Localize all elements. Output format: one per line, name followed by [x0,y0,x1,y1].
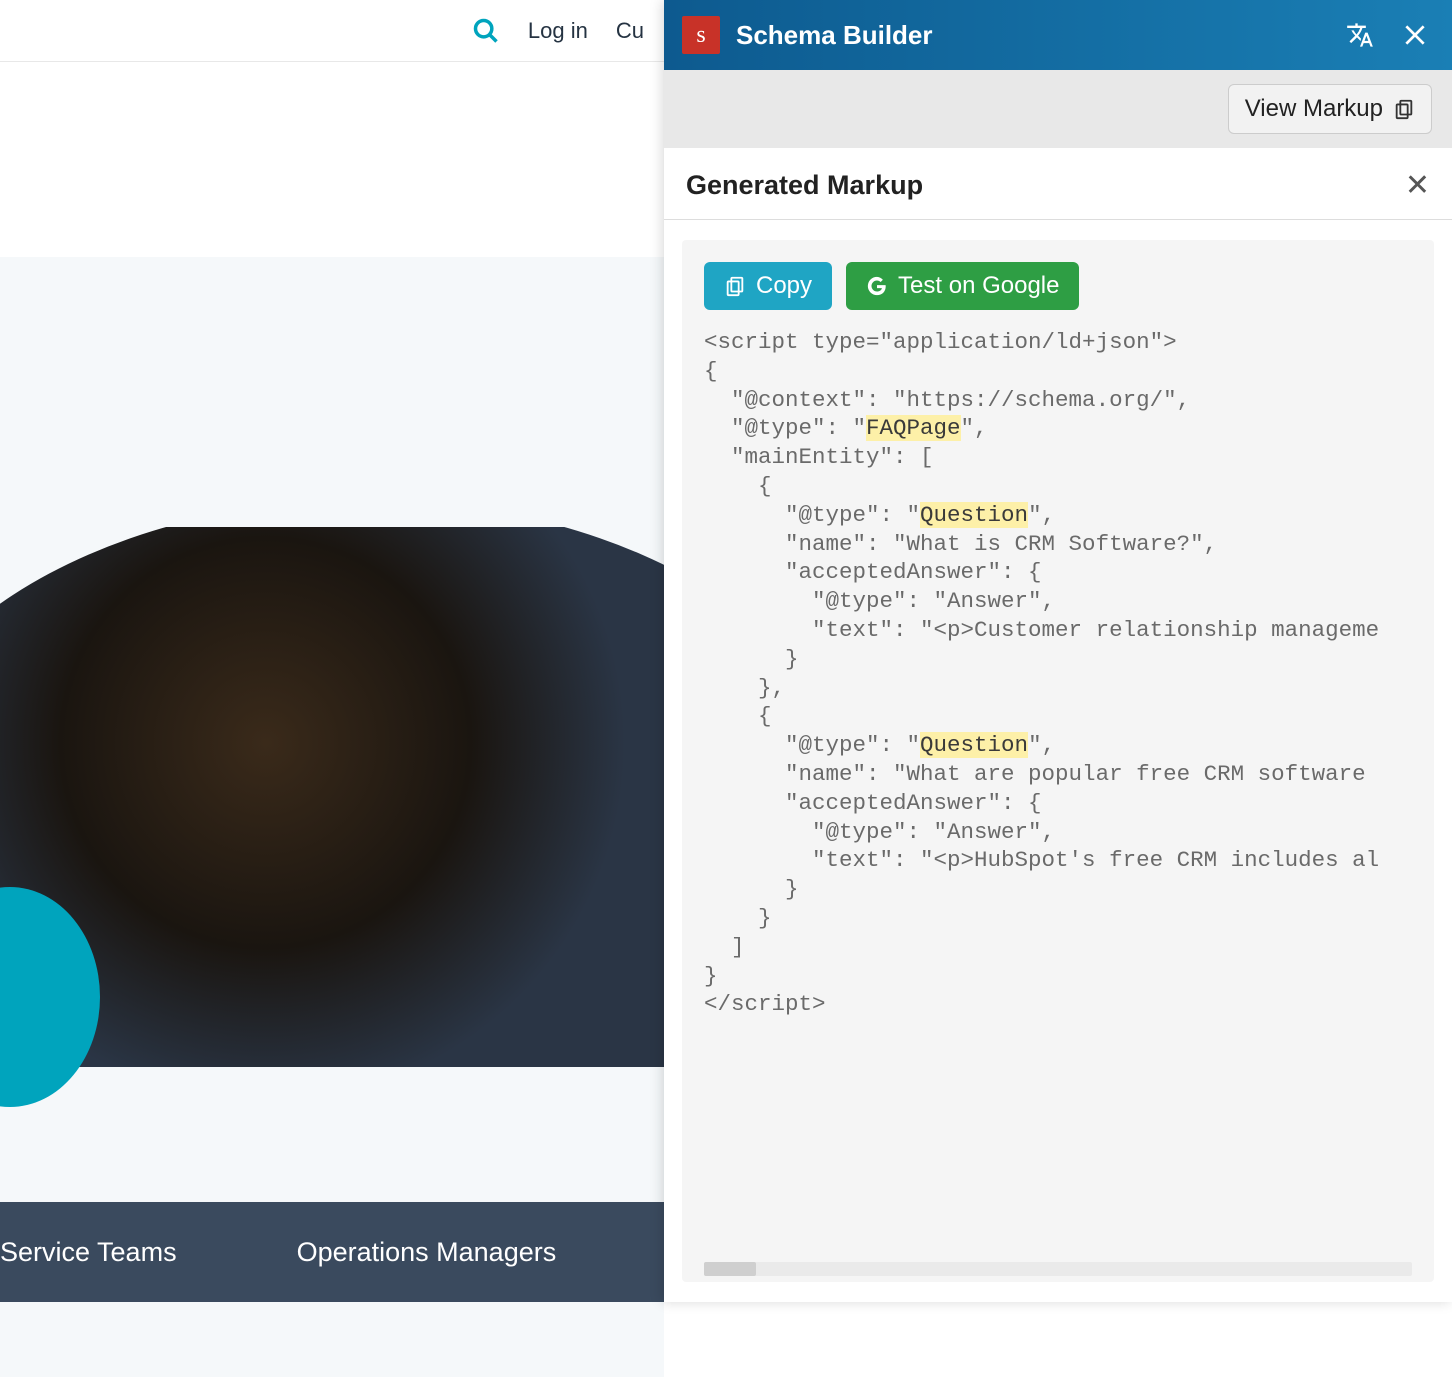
markup-output-box: Copy Test on Google <script type="applic… [682,240,1434,1282]
site-header: Log in Cu [0,0,664,62]
close-section-icon[interactable]: ✕ [1405,168,1430,203]
search-icon[interactable] [472,17,500,45]
scrollbar-thumb[interactable] [704,1262,756,1276]
highlight-faqpage: FAQPage [866,415,961,441]
app-logo: s [682,16,720,54]
highlight-question-2: Question [920,732,1028,758]
schema-builder-panel: s Schema Builder View Markup Generated M… [664,0,1452,1302]
background-page: Log in Cu Service Teams Operations Manag… [0,0,664,1302]
customer-link-partial[interactable]: Cu [616,18,644,44]
google-icon [866,275,888,297]
section-title: Generated Markup [686,170,923,201]
section-header: Generated Markup ✕ [664,148,1452,220]
view-markup-label: View Markup [1245,95,1383,123]
highlight-question-1: Question [920,502,1028,528]
translate-icon[interactable] [1340,15,1380,55]
copy-icon [724,275,746,297]
panel-titlebar: s Schema Builder [664,0,1452,70]
close-panel-icon[interactable] [1396,16,1434,54]
hero-image-area [0,507,664,1107]
action-button-row: Copy Test on Google [682,262,1434,328]
copy-stack-icon [1393,98,1415,120]
generated-markup-code[interactable]: <script type="application/ld+json"> { "@… [682,328,1434,1019]
login-link[interactable]: Log in [528,18,588,44]
view-markup-button[interactable]: View Markup [1228,84,1432,134]
test-on-google-button[interactable]: Test on Google [846,262,1079,310]
test-label: Test on Google [898,272,1059,300]
footer-link-service-teams[interactable]: Service Teams [0,1237,177,1268]
copy-label: Copy [756,272,812,300]
app-title: Schema Builder [736,20,1324,51]
horizontal-scrollbar[interactable] [704,1262,1412,1276]
footer-link-operations-managers[interactable]: Operations Managers [297,1237,557,1268]
footer-nav: Service Teams Operations Managers [0,1202,664,1302]
panel-toolbar: View Markup [664,70,1452,148]
copy-button[interactable]: Copy [704,262,832,310]
